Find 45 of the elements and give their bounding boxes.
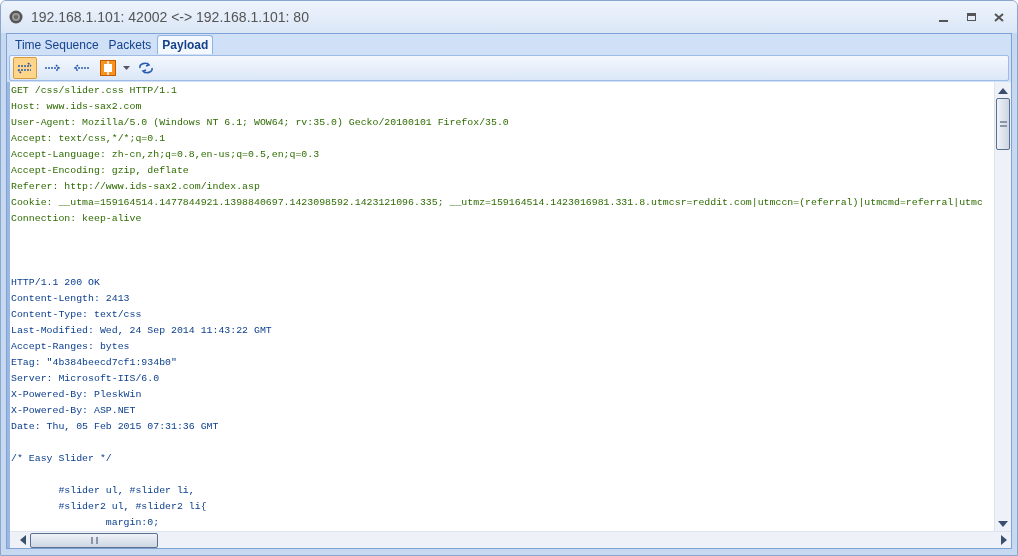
grip-icon <box>999 121 1007 127</box>
payload-line: /* Easy Slider */ <box>11 452 112 466</box>
payload-line: Date: Thu, 05 Feb 2015 07:31:36 GMT <box>11 420 219 434</box>
tab[interactable]: Payload <box>157 35 214 54</box>
grip-icon <box>90 536 98 544</box>
payload-line: Host: www.ids-sax2.com <box>11 100 142 114</box>
scroll-thumb[interactable] <box>30 532 158 548</box>
vertical-scrollbar[interactable] <box>994 82 1011 531</box>
toolbar-button[interactable] <box>97 57 119 79</box>
payload-line: Server: Microsoft-IIS/6.0 <box>11 372 160 386</box>
close-icon <box>994 12 1004 22</box>
payload-line: Referer: http://www.ids-sax2.com/index.asp <box>11 180 260 194</box>
payload-line: User-Agent: Mozilla/5.0 (Windows NT 6.1; WOW64; rv:35.0) Gecko/20100101 Firefox/35.0 <box>11 116 509 130</box>
refresh-icon <box>137 61 155 75</box>
payload-line: Accept: text/css,*/*;q=0.1 <box>11 132 166 146</box>
tab[interactable]: Packets <box>104 36 156 54</box>
payload-line: Content-Type: text/css <box>11 308 142 322</box>
payload-line: margin:0; <box>104 516 160 530</box>
payload-line: Cookie: __utma=159164514.1477844921.1398840697.1423098592.1423121096.335; __utmz=159164514.1423016981.331.8.utmcsr=reddit.com|utmccn=(referral)|utmcmd=referral|utmc <box>11 196 983 210</box>
payload-line: X-Powered-By: PleskWin <box>11 388 142 402</box>
scroll-right-icon <box>1001 535 1007 545</box>
toolbar-button[interactable] <box>13 57 37 79</box>
payload-line: Accept-Encoding: gzip, deflate <box>11 164 189 178</box>
dropdown-caret-icon <box>123 66 130 70</box>
payload-line: ETag: "4b384beecd7cf1:934b0" <box>11 356 177 370</box>
scroll-up-icon <box>998 88 1008 94</box>
payload-line: #slider ul, #slider li, <box>57 484 195 498</box>
payload-line: X-Powered-By: ASP.NET <box>11 404 136 418</box>
scroll-left-icon <box>20 535 26 545</box>
payload-line: #slider2 ul, #slider2 li{ <box>57 500 207 514</box>
two-way-arrow-icon <box>16 61 34 75</box>
app-icon <box>9 10 23 24</box>
scroll-down-icon <box>998 521 1008 527</box>
payload-line: Accept-Language: zh-cn,zh;q=0.8,en-us;q=0.5,en;q=0.3 <box>11 148 320 162</box>
payload-line: Last-Modified: Wed, 24 Sep 2014 11:43:22 GMT <box>11 324 272 338</box>
fit-icon <box>100 60 116 76</box>
payload-line: Accept-Ranges: bytes <box>11 340 130 354</box>
scroll-thumb[interactable] <box>996 98 1010 150</box>
payload-line: HTTP/1.1 200 OK <box>11 276 100 290</box>
horizontal-scrollbar[interactable] <box>10 531 1011 548</box>
payload-line: GET /css/slider.css HTTP/1.1 <box>11 84 177 98</box>
tab[interactable]: Time Sequence <box>11 36 103 54</box>
payload-line: Content-Length: 2413 <box>11 292 130 306</box>
payload-line: Connection: keep-alive <box>11 212 142 226</box>
window-title: 192.168.1.101: 42002 <-> 192.168.1.101: 80 <box>31 7 309 27</box>
